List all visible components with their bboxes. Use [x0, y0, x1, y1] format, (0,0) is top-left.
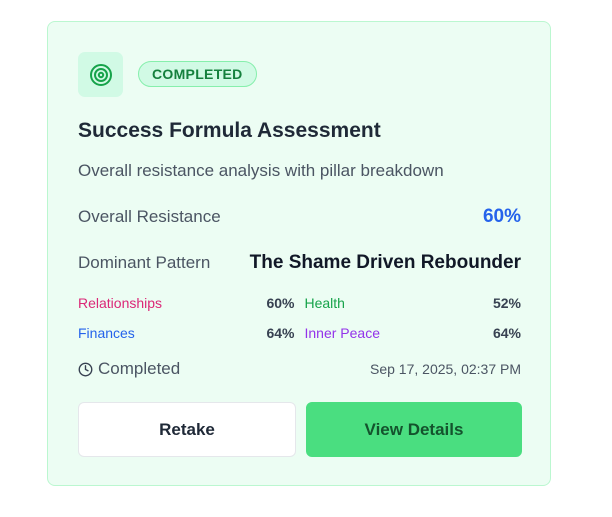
completed-row: Completed Sep 17, 2025, 02:37 PM — [78, 359, 521, 379]
completed-label: Completed — [98, 359, 181, 378]
pillar-finances: Finances 64% — [78, 324, 295, 342]
retake-button[interactable]: Retake — [78, 402, 296, 457]
pillar-value: 60% — [266, 295, 295, 311]
completed-timestamp: Sep 17, 2025, 02:37 PM — [370, 361, 521, 377]
dominant-pattern-value: The Shame Driven Rebounder — [249, 252, 521, 273]
completed-status: Completed — [78, 359, 180, 379]
pillar-name: Relationships — [78, 295, 163, 311]
overall-resistance-value: 60% — [482, 206, 521, 227]
overall-resistance-label: Overall Resistance — [78, 207, 221, 226]
clock-icon — [78, 362, 93, 376]
pillar-value: 64% — [492, 325, 521, 341]
pillar-relationships: Relationships 60% — [78, 294, 295, 312]
pillar-value: 52% — [492, 295, 521, 311]
target-icon — [78, 52, 123, 97]
card-title: Success Formula Assessment — [78, 119, 381, 142]
overall-resistance-row: Overall Resistance 60% — [78, 206, 521, 228]
pillar-value: 64% — [266, 325, 295, 341]
pillar-name: Finances — [78, 325, 135, 341]
pillar-health: Health 52% — [305, 294, 522, 312]
pillar-name: Health — [304, 295, 345, 311]
dominant-pattern-label: Dominant Pattern — [78, 253, 211, 272]
pillar-breakdown: Relationships 60% Health 52% Finances 64… — [78, 294, 521, 342]
status-badge: COMPLETED — [138, 61, 257, 87]
view-details-button[interactable]: View Details — [306, 402, 522, 457]
pillar-name: Inner Peace — [304, 325, 381, 341]
dominant-pattern-row: Dominant Pattern The Shame Driven Reboun… — [78, 252, 521, 274]
assessment-card: COMPLETED Success Formula Assessment Ove… — [47, 21, 551, 486]
pillar-inner-peace: Inner Peace 64% — [305, 324, 522, 342]
card-subtitle: Overall resistance analysis with pillar … — [78, 161, 444, 180]
